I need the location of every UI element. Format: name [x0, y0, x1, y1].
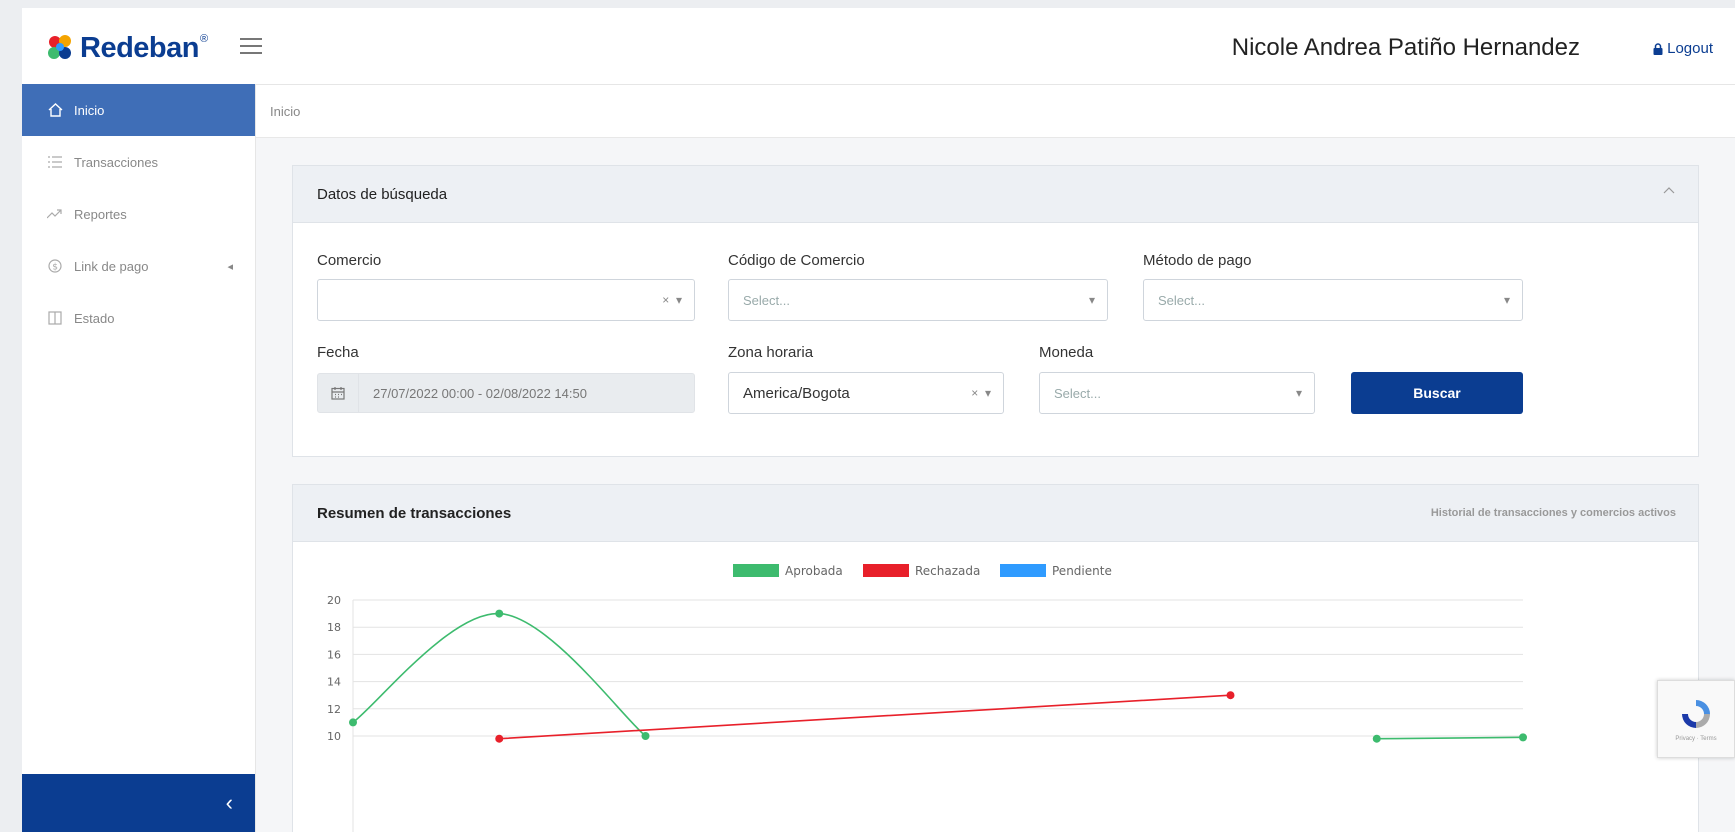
fecha-range-value: 27/07/2022 00:00 - 02/08/2022 14:50	[373, 385, 587, 401]
moneda-select[interactable]: Select... ▾	[1039, 372, 1315, 414]
y-tick-label: 12	[327, 703, 341, 716]
trend-icon	[46, 206, 64, 222]
app-page: Redeban ® Nicole Andrea Patiño Hernandez…	[22, 8, 1735, 832]
buscar-button[interactable]: Buscar	[1351, 372, 1523, 414]
menu-toggle-icon[interactable]	[240, 38, 262, 56]
sidebar-item-label: Estado	[74, 310, 115, 326]
sidebar-item-reportes[interactable]: Reportes	[22, 188, 255, 240]
legend-label: Pendiente	[1052, 564, 1112, 578]
sidebar-item-link-de-pago[interactable]: $ Link de pago ◂	[22, 240, 255, 292]
chevron-down-icon: ▾	[1295, 386, 1302, 400]
legend-label: Rechazada	[915, 564, 980, 578]
data-point	[1372, 734, 1381, 743]
y-tick-label: 10	[327, 730, 341, 743]
y-tick-label: 18	[327, 621, 341, 634]
sidebar-item-transacciones[interactable]: Transacciones	[22, 136, 255, 188]
data-point	[641, 732, 650, 740]
metodo-pago-label: Método de pago	[1143, 252, 1252, 269]
recaptcha-icon	[1682, 700, 1710, 728]
top-header: Redeban ® Nicole Andrea Patiño Hernandez…	[22, 8, 1735, 85]
columns-icon	[46, 310, 64, 326]
chevron-left-icon: ◂	[227, 260, 233, 273]
dollar-circle-icon: $	[46, 258, 64, 274]
data-point	[1519, 733, 1527, 742]
summary-card-header: Resumen de transacciones Historial de tr…	[293, 485, 1698, 542]
chevron-down-icon: ▾	[1088, 293, 1095, 307]
sidebar: Inicio Transacciones Reportes $ Link de …	[22, 84, 256, 832]
chevron-up-icon[interactable]	[1662, 184, 1676, 198]
chevron-down-icon: ▾	[1503, 293, 1510, 307]
codigo-comercio-label: Código de Comercio	[728, 252, 865, 269]
recaptcha-badge[interactable]: Privacy · Terms	[1657, 680, 1735, 758]
search-card: Datos de búsqueda Comercio × ▾ Código de…	[292, 165, 1699, 457]
svg-text:$: $	[52, 263, 58, 273]
search-card-title: Datos de búsqueda	[317, 185, 448, 203]
comercio-label: Comercio	[317, 252, 382, 269]
legend-swatch	[733, 564, 779, 577]
sidebar-item-estado[interactable]: Estado	[22, 292, 255, 344]
brand-name: Redeban	[80, 31, 199, 64]
sidebar-collapse-bar: ‹	[22, 774, 255, 832]
breadcrumb: Inicio	[256, 85, 1735, 138]
y-tick-label: 20	[327, 594, 341, 607]
comercio-select[interactable]: × ▾	[317, 279, 695, 321]
moneda-placeholder: Select...	[1054, 385, 1101, 401]
redeban-logo-icon	[48, 35, 71, 59]
zona-horaria-label: Zona horaria	[728, 344, 814, 361]
transactions-line-chart: 10 12 14 16 18 20 Aprobada Rechazada Pendiente	[327, 564, 1527, 832]
summary-subtitle: Historial de transacciones y comercios a…	[1430, 507, 1676, 519]
y-tick-label: 16	[327, 648, 341, 661]
user-name: Nicole Andrea Patiño Hernandez	[1231, 34, 1580, 61]
clear-dropdown-icon[interactable]: × ▾	[662, 293, 682, 307]
registered-mark: ®	[199, 33, 209, 45]
series-line	[499, 694, 1231, 740]
logout-label: Logout	[1667, 40, 1713, 57]
fecha-label: Fecha	[317, 344, 359, 361]
data-point	[349, 718, 357, 727]
summary-card: Resumen de transacciones Historial de tr…	[292, 484, 1699, 832]
codigo-comercio-placeholder: Select...	[743, 292, 790, 308]
list-icon	[46, 154, 64, 170]
data-point	[495, 609, 504, 618]
home-icon	[46, 102, 64, 118]
legend-swatch	[1000, 564, 1046, 577]
y-tick-label: 14	[327, 676, 341, 689]
legend-label: Aprobada	[785, 564, 843, 578]
zona-horaria-value: America/Bogota	[743, 384, 850, 402]
sidebar-item-label: Inicio	[74, 102, 105, 118]
breadcrumb-item[interactable]: Inicio	[270, 104, 300, 119]
codigo-comercio-select[interactable]: Select... ▾	[728, 279, 1108, 321]
data-point	[1226, 691, 1235, 700]
recaptcha-terms[interactable]: Privacy · Terms	[1675, 736, 1716, 742]
clear-dropdown-icon[interactable]: × ▾	[971, 386, 991, 400]
search-card-header[interactable]: Datos de búsqueda	[293, 166, 1698, 223]
data-point	[495, 734, 504, 743]
metodo-pago-placeholder: Select...	[1158, 292, 1205, 308]
fecha-range-input[interactable]: 27/07/2022 00:00 - 02/08/2022 14:50	[317, 373, 695, 413]
sidebar-item-inicio[interactable]: Inicio	[22, 84, 255, 136]
moneda-label: Moneda	[1039, 344, 1094, 361]
logout-link[interactable]: Logout	[1653, 40, 1713, 57]
sidebar-item-label: Reportes	[74, 206, 127, 222]
main-content: Datos de búsqueda Comercio × ▾ Código de…	[256, 138, 1735, 832]
sidebar-item-label: Transacciones	[74, 154, 159, 170]
chevron-left-icon[interactable]: ‹	[226, 790, 233, 816]
calendar-icon	[318, 374, 359, 412]
brand-logo[interactable]: Redeban ®	[44, 30, 208, 66]
series-line	[1376, 736, 1524, 740]
summary-title: Resumen de transacciones	[317, 504, 512, 522]
series-line	[352, 612, 647, 737]
lock-icon	[1653, 42, 1663, 55]
metodo-pago-select[interactable]: Select... ▾	[1143, 279, 1523, 321]
zona-horaria-select[interactable]: America/Bogota × ▾	[728, 372, 1004, 414]
legend-swatch	[863, 564, 909, 577]
sidebar-item-label: Link de pago	[74, 258, 149, 274]
